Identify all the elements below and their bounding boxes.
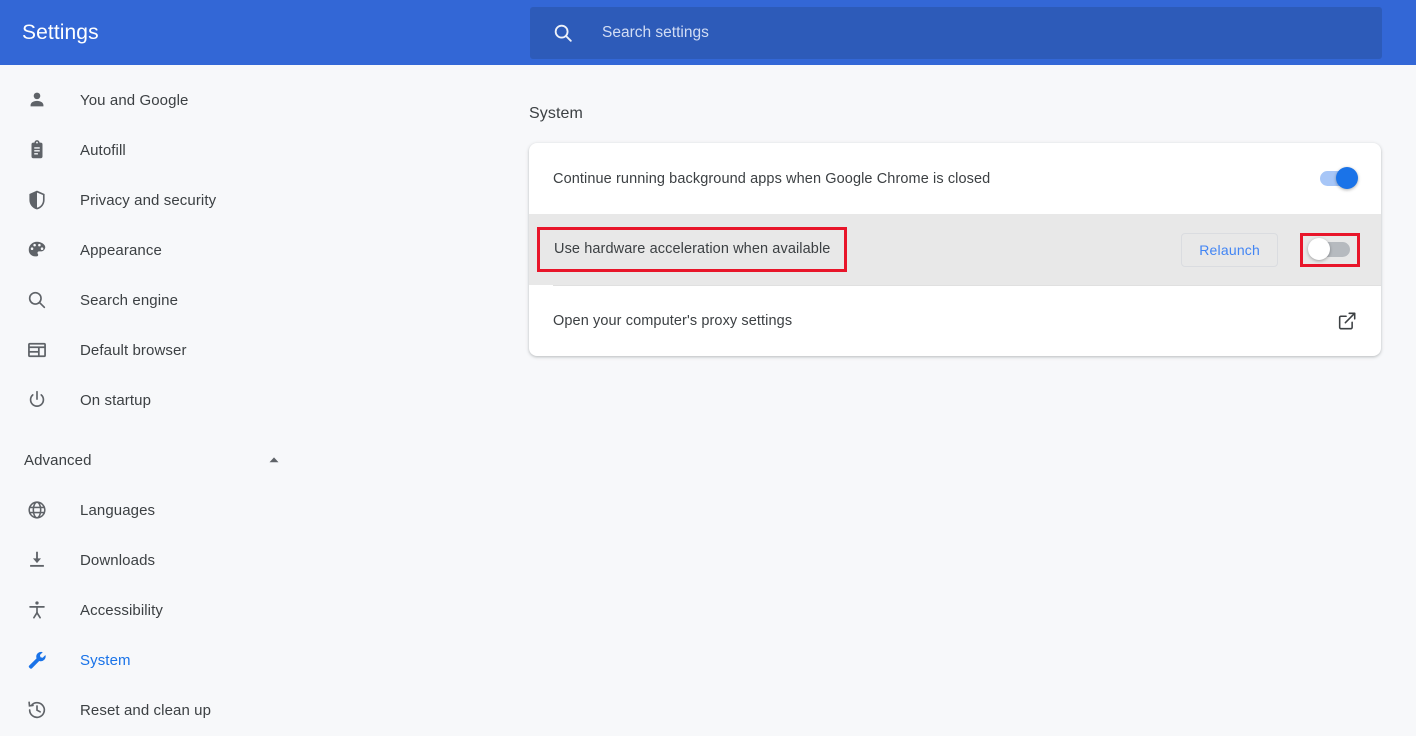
sidebar-item-label: System [80, 652, 131, 669]
search-input[interactable] [602, 24, 1382, 42]
settings-sidebar: You and Google Autofill Privacy and secu… [0, 65, 508, 736]
palette-icon [26, 239, 48, 261]
sidebar-item-label: Autofill [80, 142, 126, 159]
sidebar-item-accessibility[interactable]: Accessibility [0, 585, 508, 635]
sidebar-item-you-and-google[interactable]: You and Google [0, 75, 508, 125]
sidebar-item-languages[interactable]: Languages [0, 485, 508, 535]
system-settings-card: Continue running background apps when Go… [529, 143, 1381, 356]
chevron-up-icon [265, 451, 283, 469]
power-icon [26, 389, 48, 411]
hardware-acceleration-toggle[interactable] [1308, 241, 1350, 259]
hardware-acceleration-toggle-highlight [1300, 233, 1360, 267]
shield-icon [26, 189, 48, 211]
sidebar-item-label: Reset and clean up [80, 702, 211, 719]
sidebar-item-autofill[interactable]: Autofill [0, 125, 508, 175]
sidebar-item-label: Appearance [80, 242, 162, 259]
toggle-knob [1308, 238, 1330, 260]
row-hardware-acceleration[interactable]: Use hardware acceleration when available… [529, 214, 1381, 285]
browser-window-icon [26, 339, 48, 361]
row-label: Use hardware acceleration when available [554, 241, 830, 257]
settings-main-content: System Continue running background apps … [508, 65, 1416, 736]
sidebar-item-downloads[interactable]: Downloads [0, 535, 508, 585]
row-label: Continue running background apps when Go… [553, 171, 1318, 187]
search-icon [26, 289, 48, 311]
relaunch-button[interactable]: Relaunch [1181, 233, 1278, 267]
external-link-icon[interactable] [1336, 310, 1358, 332]
page-title: Settings [22, 21, 530, 45]
sidebar-item-label: On startup [80, 392, 151, 409]
clipboard-icon [26, 139, 48, 161]
sidebar-item-label: Accessibility [80, 602, 163, 619]
sidebar-item-label: Search engine [80, 292, 178, 309]
sidebar-item-label: Privacy and security [80, 192, 216, 209]
sidebar-item-default-browser[interactable]: Default browser [0, 325, 508, 375]
download-icon [26, 549, 48, 571]
sidebar-item-label: Languages [80, 502, 155, 519]
toggle-knob [1336, 167, 1358, 189]
row-background-apps[interactable]: Continue running background apps when Go… [529, 143, 1381, 214]
wrench-icon [26, 649, 48, 671]
sidebar-item-label: Downloads [80, 552, 155, 569]
sidebar-item-label: Default browser [80, 342, 187, 359]
background-apps-toggle[interactable] [1318, 170, 1360, 188]
hardware-acceleration-label-highlight: Use hardware acceleration when available [537, 227, 847, 272]
row-label: Open your computer's proxy settings [553, 313, 1336, 329]
row-proxy-settings[interactable]: Open your computer's proxy settings [529, 285, 1381, 356]
advanced-label: Advanced [24, 452, 265, 469]
person-icon [26, 89, 48, 111]
search-settings-box[interactable] [530, 7, 1382, 59]
search-icon [552, 22, 574, 44]
accessibility-icon [26, 599, 48, 621]
sidebar-item-search-engine[interactable]: Search engine [0, 275, 508, 325]
sidebar-item-privacy-and-security[interactable]: Privacy and security [0, 175, 508, 225]
top-header-bar: Settings [0, 0, 1416, 65]
sidebar-item-appearance[interactable]: Appearance [0, 225, 508, 275]
sidebar-item-label: You and Google [80, 92, 188, 109]
history-icon [26, 699, 48, 721]
sidebar-advanced-toggle[interactable]: Advanced [0, 435, 508, 485]
globe-icon [26, 499, 48, 521]
sidebar-item-system[interactable]: System [0, 635, 508, 685]
sidebar-item-on-startup[interactable]: On startup [0, 375, 508, 425]
section-title: System [529, 105, 583, 123]
sidebar-item-reset-and-clean-up[interactable]: Reset and clean up [0, 685, 508, 735]
